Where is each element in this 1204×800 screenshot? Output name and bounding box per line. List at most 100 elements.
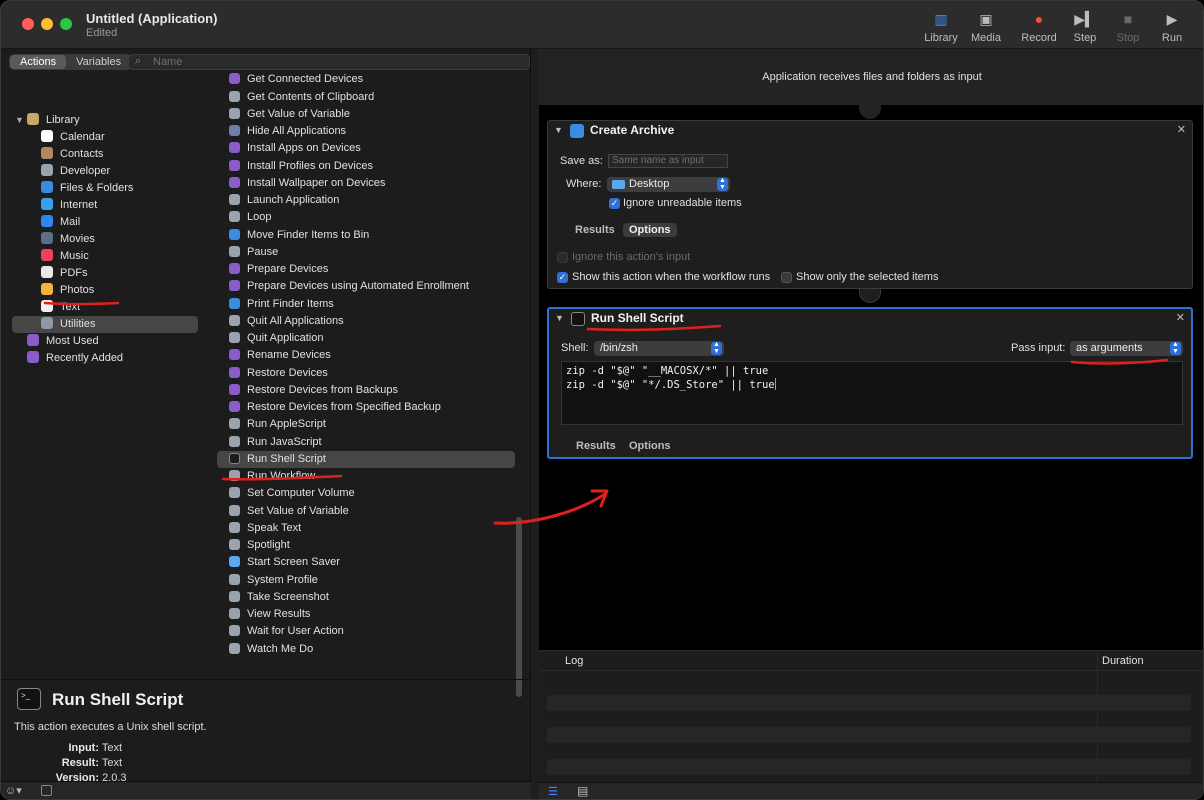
disclosure-chevron-icon[interactable]: ▼ [15, 115, 24, 125]
tab-options[interactable]: Options [623, 223, 677, 237]
action-item[interactable]: Pause [217, 244, 515, 261]
terminal-icon [571, 312, 585, 326]
movies-icon [41, 232, 53, 244]
action-item[interactable]: Watch Me Do [217, 641, 515, 658]
action-icon [229, 452, 240, 464]
collapse-chevron-icon[interactable]: ▼ [555, 313, 564, 323]
action-item[interactable]: Wait for User Action [217, 623, 515, 640]
action-item[interactable]: Get Connected Devices [217, 71, 515, 88]
action-item[interactable]: Print Finder Items [217, 296, 515, 313]
action-item[interactable]: Run Shell Script [217, 450, 515, 468]
media-toolbar-button[interactable]: ▣ Media [958, 9, 1014, 44]
action-item[interactable]: Loop [217, 209, 515, 226]
script-editor[interactable]: zip -d "$@" "__MACOSX/*" || true zip -d … [561, 361, 1183, 425]
action-item[interactable]: System Profile [217, 572, 515, 589]
category-photos[interactable]: Photos [41, 282, 94, 299]
action-item[interactable]: Install Profiles on Devices [217, 158, 515, 175]
action-item[interactable]: Speak Text [217, 520, 515, 537]
search-field[interactable]: ⌕ Name [128, 54, 530, 70]
category-mail[interactable]: Mail [41, 214, 80, 231]
log-row [547, 695, 1191, 711]
action-item[interactable]: Restore Devices from Backups [217, 382, 515, 399]
action-title: Run Shell Script [591, 311, 684, 325]
action-item[interactable]: Move Finder Items to Bin [217, 227, 515, 244]
category-internet[interactable]: Internet [41, 197, 97, 214]
category-movies[interactable]: Movies [41, 231, 95, 248]
action-item[interactable]: Install Apps on Devices [217, 140, 515, 157]
category-most-used[interactable]: Most Used [27, 333, 99, 350]
ignore-unreadable-checkbox[interactable]: ✓ [609, 198, 620, 209]
flow-view-icon[interactable]: ▤ [577, 784, 588, 798]
popup-arrows-icon: ▲ ▼ [711, 341, 722, 355]
action-label: Speak Text [247, 521, 302, 534]
category-developer[interactable]: Developer [41, 163, 110, 180]
text-caret [774, 378, 776, 390]
action-item[interactable]: Restore Devices from Specified Backup [217, 399, 515, 416]
action-item[interactable]: Prepare Devices [217, 261, 515, 278]
action-item[interactable]: Take Screenshot [217, 589, 515, 606]
category-library[interactable]: Library [27, 112, 80, 129]
category-pdfs[interactable]: PDFs [41, 265, 88, 282]
action-label: Prepare Devices [247, 263, 329, 275]
category-recently-added[interactable]: Recently Added [27, 350, 123, 367]
close-icon[interactable]: ✕ [1177, 123, 1186, 136]
close-icon[interactable]: ✕ [1176, 311, 1185, 324]
action-icon [229, 90, 240, 102]
create-archive-action[interactable]: ▼ Create Archive ✕ Save as: Same name as… [547, 120, 1193, 289]
action-list-scrollbar[interactable] [516, 517, 522, 697]
where-popup[interactable]: Desktop ▲ ▼ [607, 177, 730, 192]
action-item[interactable]: Prepare Devices using Automated Enrollme… [217, 278, 515, 295]
category-text[interactable]: Text [41, 299, 80, 316]
action-item[interactable]: Quit Application [217, 330, 515, 347]
action-item[interactable]: Launch Application [217, 192, 515, 209]
description-toggle-icon[interactable] [41, 785, 52, 796]
tab-actions[interactable]: Actions [10, 55, 67, 69]
category-label: Most Used [46, 335, 99, 347]
tab-options[interactable]: Options [623, 439, 677, 453]
action-item[interactable]: Hide All Applications [217, 123, 515, 140]
category-calendar[interactable]: Calendar [41, 129, 105, 146]
action-item[interactable]: Install Wallpaper on Devices [217, 175, 515, 192]
action-item[interactable]: Spotlight [217, 537, 515, 554]
list-view-icon[interactable]: ☰ [548, 785, 558, 798]
category-utilities[interactable]: Utilities [12, 316, 198, 333]
record-label: Record [1021, 32, 1057, 44]
action-item[interactable]: Rename Devices [217, 347, 515, 364]
show-when-runs-checkbox[interactable]: ✓ [557, 272, 568, 283]
action-item[interactable]: Set Value of Variable [217, 503, 515, 520]
collapse-chevron-icon[interactable]: ▼ [554, 125, 563, 135]
tab-variables[interactable]: Variables [66, 55, 131, 69]
tab-results[interactable]: Results [570, 439, 622, 453]
category-contacts[interactable]: Contacts [41, 146, 103, 163]
show-selected-label: Show only the selected items [796, 271, 939, 283]
ignore-input-checkbox[interactable] [557, 252, 568, 263]
maximize-window-button[interactable] [60, 18, 72, 30]
workflow-bottom-bar: ☰ ▤ [539, 782, 1203, 799]
action-label: Hide All Applications [247, 125, 347, 137]
action-item[interactable]: Run AppleScript [217, 416, 515, 433]
action-item[interactable]: View Results [217, 606, 515, 623]
pass-input-popup[interactable]: as arguments ▲ ▼ [1070, 341, 1183, 356]
action-item[interactable]: Start Screen Saver [217, 554, 515, 571]
smiley-menu-icon[interactable]: ☺▾ [5, 784, 22, 797]
run-toolbar-button[interactable]: ▶ Run [1144, 9, 1200, 44]
save-as-field[interactable]: Same name as input [608, 154, 728, 168]
minimize-window-button[interactable] [41, 18, 53, 30]
action-item[interactable]: Restore Devices [217, 365, 515, 382]
action-item[interactable]: Get Contents of Clipboard [217, 89, 515, 106]
action-item[interactable]: Set Computer Volume [217, 485, 515, 502]
action-item[interactable]: Get Value of Variable [217, 106, 515, 123]
duration-column-header[interactable]: Duration [1102, 655, 1144, 667]
category-music[interactable]: Music [41, 248, 89, 265]
action-item[interactable]: Run Workflow [217, 468, 515, 485]
shell-popup[interactable]: /bin/zsh ▲ ▼ [594, 341, 724, 356]
show-selected-checkbox[interactable] [781, 272, 792, 283]
tab-results[interactable]: Results [569, 223, 621, 237]
run-shell-script-action[interactable]: ▼ Run Shell Script ✕ Shell: /bin/zsh ▲ ▼ … [547, 307, 1193, 459]
log-column-header[interactable]: Log [565, 655, 583, 667]
category-files-folders[interactable]: Files & Folders [41, 180, 133, 197]
action-item[interactable]: Run JavaScript [217, 434, 515, 451]
action-item[interactable]: Quit All Applications [217, 313, 515, 330]
action-icon [229, 297, 240, 309]
close-window-button[interactable] [22, 18, 34, 30]
